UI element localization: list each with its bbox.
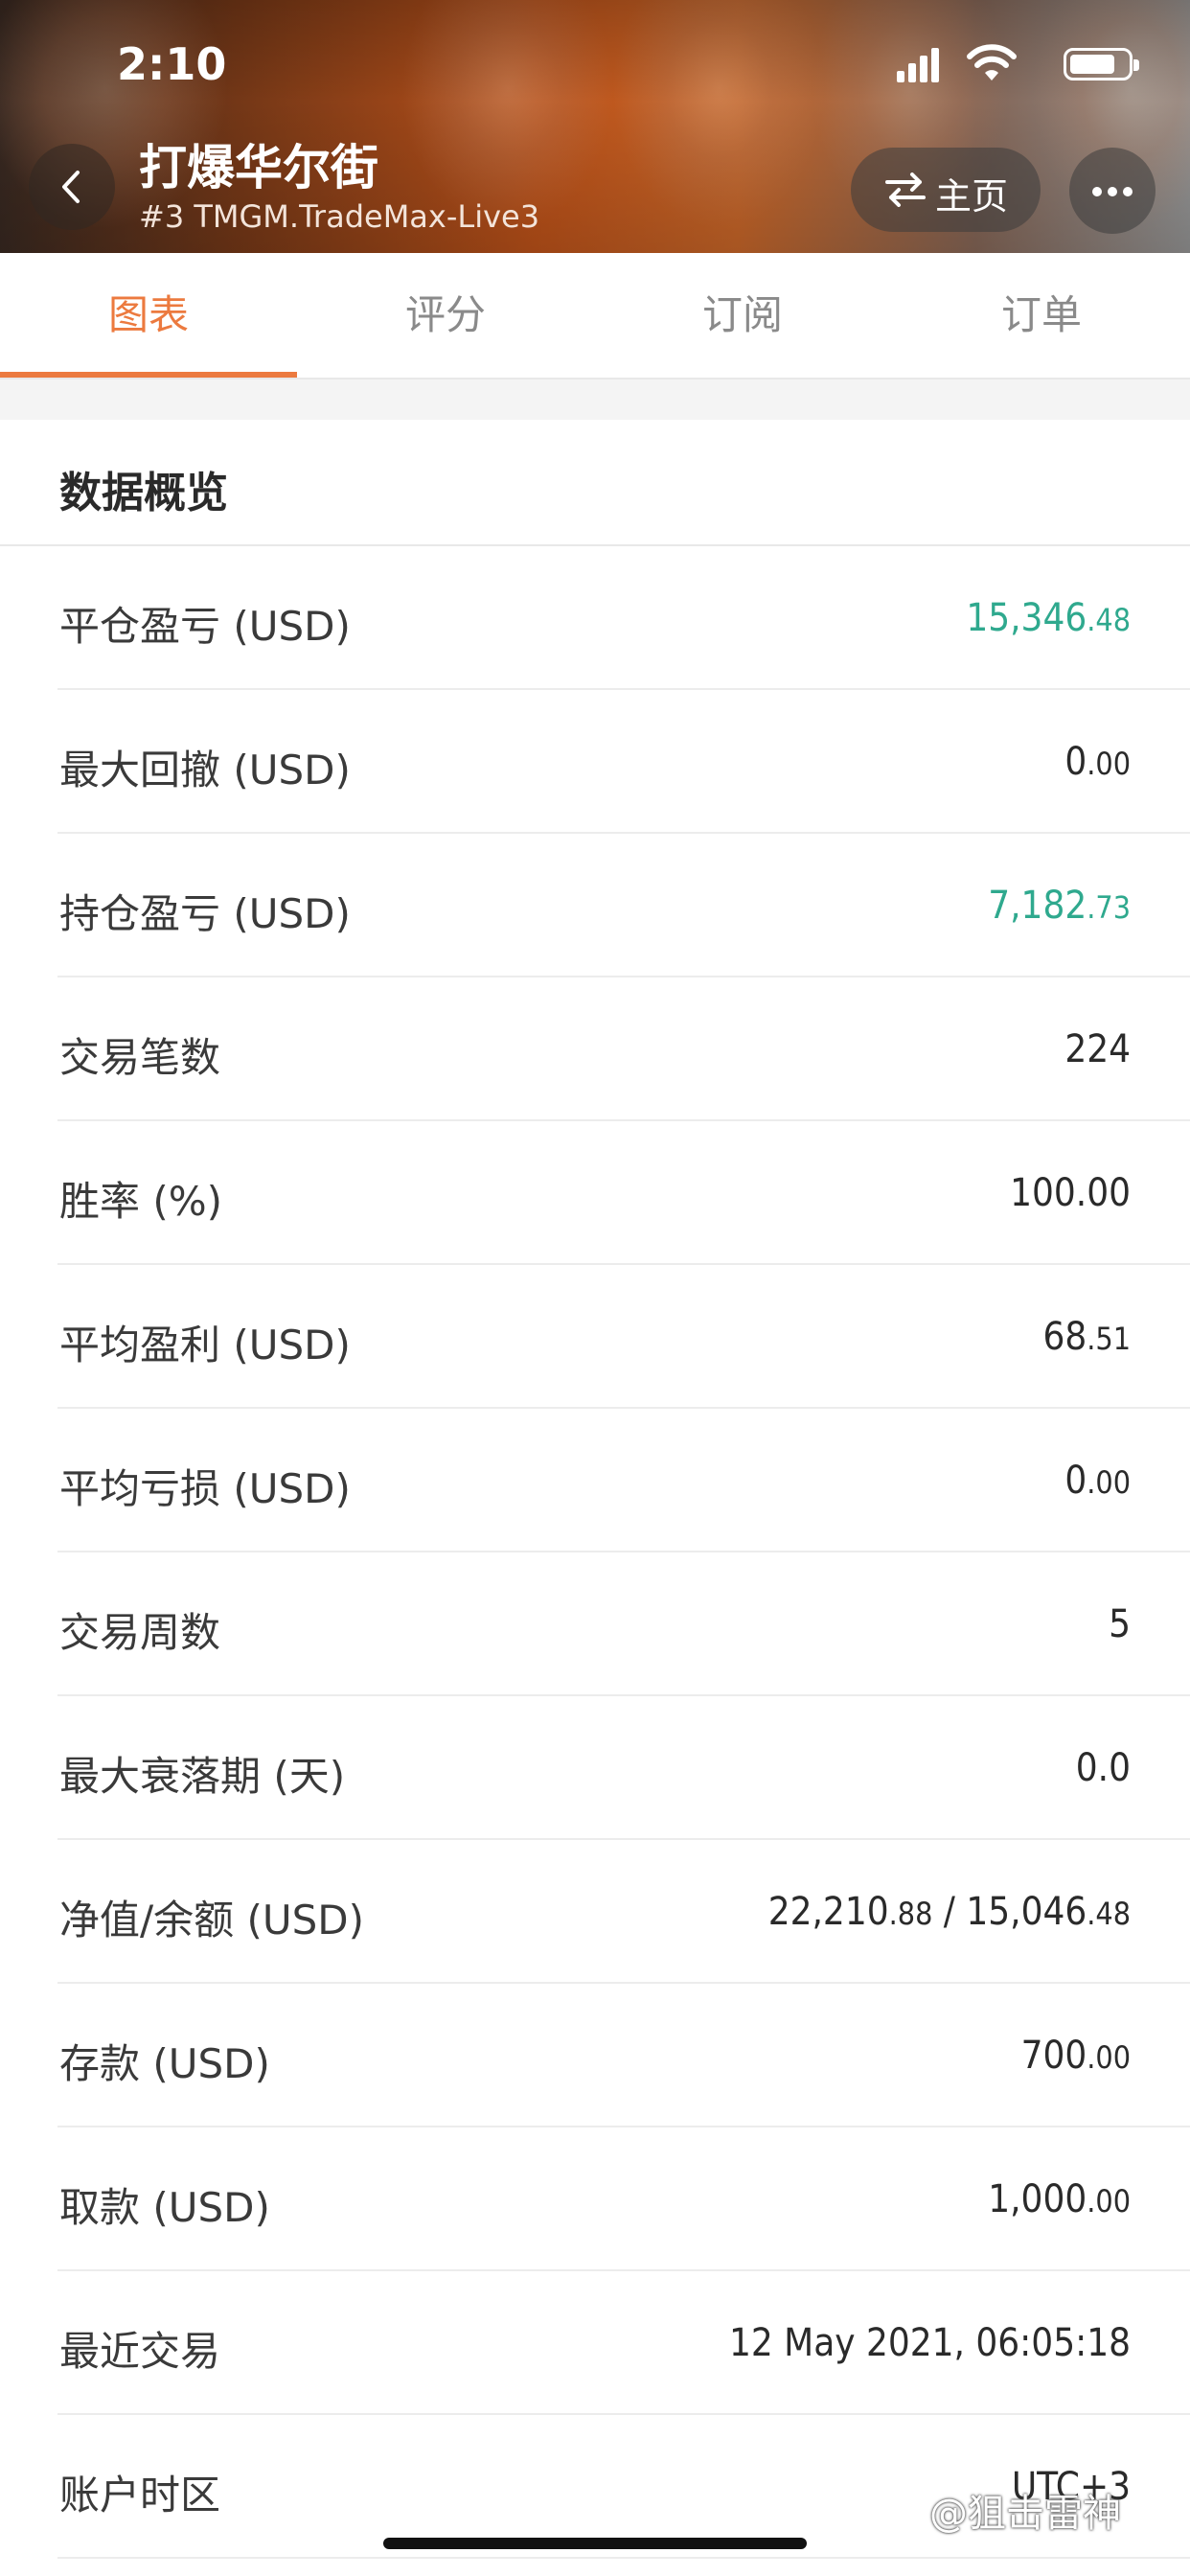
stat-label: 持仓盈亏 (USD) (59, 890, 351, 937)
stat-label: 账户时区 (59, 2472, 221, 2518)
stat-value: 5 (1109, 1602, 1131, 1646)
stat-value: 224 (1064, 1027, 1131, 1071)
tab-bar: 图表 评分 订阅 订单 (0, 253, 1190, 380)
swap-arrows-icon (885, 172, 926, 207)
stat-row: 最大回撤 (USD) 0.00 (57, 690, 1190, 834)
account-subtitle: #3 TMGM.TradeMax-Live3 (139, 198, 540, 235)
stat-label: 最大回撤 (USD) (59, 747, 351, 794)
stat-row: 交易笔数 224 (57, 978, 1190, 1121)
stat-row: 平仓盈亏 (USD) 15,346.48 (57, 546, 1190, 690)
home-button-label: 主页 (935, 175, 1009, 218)
stat-label: 平仓盈亏 (USD) (59, 603, 351, 650)
page-title: 打爆华尔街 (139, 140, 378, 196)
tab-rating[interactable]: 评分 (297, 253, 594, 378)
stat-value: 1,000.00 (988, 2177, 1131, 2221)
section-divider (0, 380, 1190, 420)
stat-row: 交易周数 5 (57, 1552, 1190, 1696)
stat-label: 净值/余额 (USD) (59, 1897, 365, 1944)
stat-value: 0.00 (1064, 1459, 1131, 1503)
status-time: 2:10 (117, 38, 227, 90)
stat-row: 净值/余额 (USD) 22,210.88 / 15,046.48 (57, 1840, 1190, 1984)
home-button[interactable]: 主页 (851, 148, 1041, 232)
stat-label: 平均亏损 (USD) (59, 1465, 351, 1512)
section-title: 数据概览 (59, 469, 228, 518)
stat-label: 取款 (USD) (59, 2184, 270, 2231)
stat-value: 0.00 (1064, 740, 1131, 784)
stat-value: 15,346.48 (966, 596, 1131, 640)
tab-chart[interactable]: 图表 (0, 253, 297, 378)
stat-row: 平均亏损 (USD) 0.00 (57, 1409, 1190, 1552)
stat-label: 最大衰落期 (天) (59, 1753, 346, 1800)
stat-label: 最近交易 (59, 2328, 221, 2375)
stats-list: 平仓盈亏 (USD) 15,346.48 最大回撤 (USD) 0.00 持仓盈亏 (U… (0, 546, 1190, 2559)
more-button[interactable] (1069, 148, 1156, 234)
tab-orders[interactable]: 订单 (893, 253, 1190, 378)
stat-row: 取款 (USD) 1,000.00 (57, 2128, 1190, 2271)
stat-row: 持仓盈亏 (USD) 7,182.73 (57, 834, 1190, 978)
stat-label: 平均盈利 (USD) (59, 1322, 351, 1368)
tab-subscribe[interactable]: 订阅 (594, 253, 891, 378)
watermark: @狙击雷神 (929, 2492, 1121, 2536)
stat-row: 最大衰落期 (天) 0.0 (57, 1696, 1190, 1840)
status-icons (845, 42, 1139, 90)
more-dots-icon (1092, 187, 1102, 196)
stat-row: 存款 (USD) 700.00 (57, 1984, 1190, 2128)
stat-value: 68.51 (1042, 1315, 1131, 1359)
section-header: 数据概览 (0, 420, 1190, 546)
stat-value: 22,210.88 / 15,046.48 (767, 1890, 1131, 1934)
chevron-left-icon (62, 171, 80, 203)
stat-label: 存款 (USD) (59, 2040, 270, 2087)
stat-label: 胜率 (%) (59, 1178, 223, 1225)
header-banner: 2:10 打爆华尔街 #3 TMGM.TradeMax-Live3 主页 (0, 0, 1190, 253)
stat-row: 最近交易 12 May 2021, 06:05:18 (57, 2271, 1190, 2415)
stat-label: 交易周数 (59, 1609, 221, 1656)
back-button[interactable] (29, 144, 115, 230)
battery-icon (1064, 48, 1139, 80)
wifi-icon (967, 44, 1017, 80)
stat-row: 胜率 (%) 100.00 (57, 1121, 1190, 1265)
stat-row: 平均盈利 (USD) 68.51 (57, 1265, 1190, 1409)
home-indicator (383, 2538, 807, 2549)
stat-value: 700.00 (1020, 2034, 1131, 2078)
active-tab-indicator (0, 372, 297, 378)
stat-label: 交易笔数 (59, 1034, 221, 1081)
stat-value: 7,182.73 (988, 884, 1131, 928)
stat-value: 12 May 2021, 06:05:18 (728, 2321, 1131, 2365)
stat-value: 0.0 (1075, 1746, 1131, 1790)
signal-icon (897, 48, 941, 82)
stat-value: 100.00 (1010, 1171, 1131, 1215)
